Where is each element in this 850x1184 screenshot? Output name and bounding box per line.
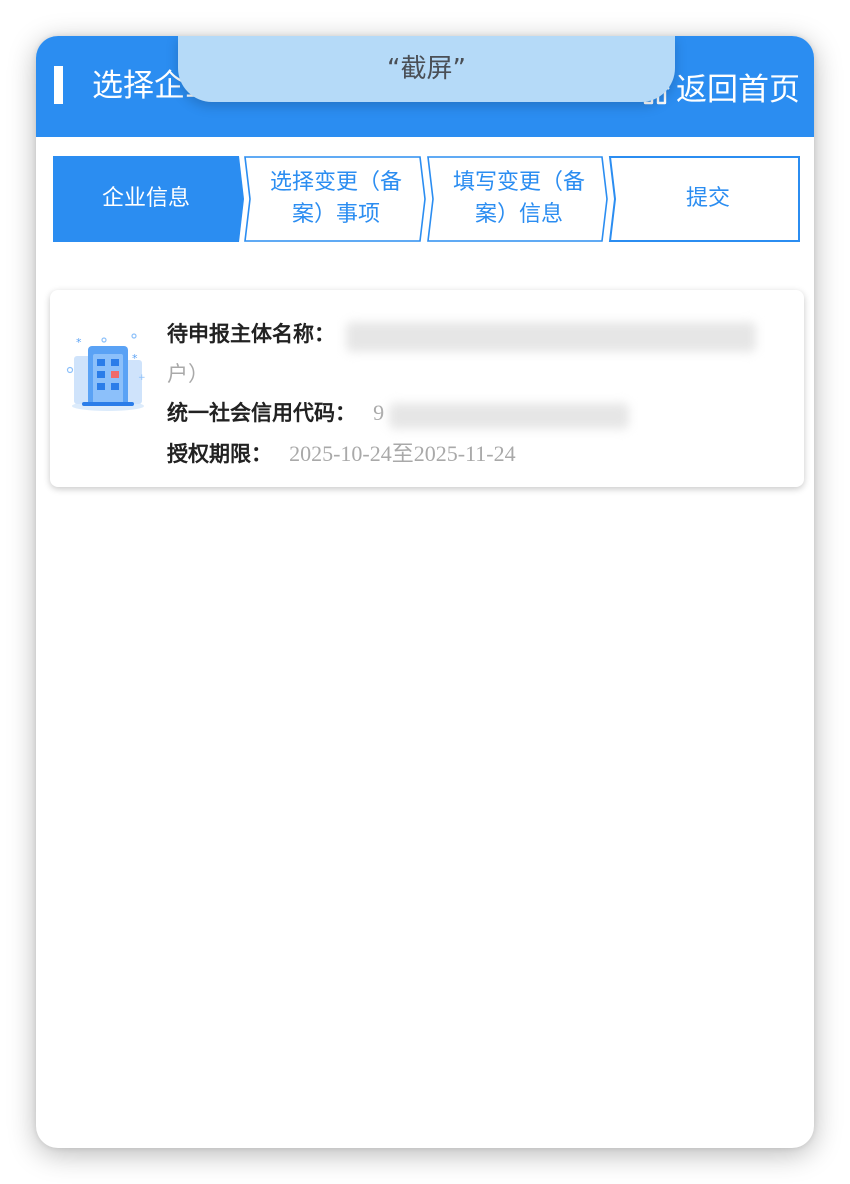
step-tab-fill-info[interactable]: 填写变更（备 案）信息 xyxy=(435,156,603,242)
title-accent-bar xyxy=(54,66,63,104)
step-3-label-line1: 填写变更（备 xyxy=(452,170,585,195)
entity-name-row-continued: 户） xyxy=(167,358,209,388)
entity-name-redacted xyxy=(346,321,757,352)
entity-name-row: 待申报主体名称： xyxy=(167,318,757,352)
step-2-label-line1: 选择变更（备 xyxy=(269,170,402,195)
auth-period-value: 2025-10-24至2025-11-24 xyxy=(289,441,516,466)
entity-name-tail: 户） xyxy=(167,362,209,386)
step-tab-company-info[interactable]: 企业信息 xyxy=(53,156,239,242)
step-3-label-line2: 案）信息 xyxy=(474,202,563,227)
svg-text:+: + xyxy=(138,373,146,383)
credit-code-redacted xyxy=(389,402,630,429)
credit-code-row: 统一社会信用代码： 9 xyxy=(167,397,630,429)
credit-code-visible: 9 xyxy=(373,400,385,425)
step-1-label: 企业信息 xyxy=(101,186,190,211)
step-tab-select-items[interactable]: 选择变更（备 案）事项 xyxy=(252,156,420,242)
company-card[interactable]: * * + 待申报主体名称： 户） 统一社会信用代码： 9 授权期限： 2025… xyxy=(50,290,804,487)
svg-text:*: * xyxy=(76,336,82,349)
step-tab-submit[interactable]: 提交 xyxy=(617,156,799,242)
credit-code-label: 统一社会信用代码： xyxy=(167,401,356,425)
step-progress: 企业信息 选择变更（备 案）事项 填写变更（备 案）信息 提交 xyxy=(53,156,801,242)
building-icon: * * + xyxy=(66,333,146,411)
entity-name-label: 待申报主体名称： xyxy=(167,322,335,346)
svg-text:*: * xyxy=(132,352,138,365)
step-2-label-line2: 案）事项 xyxy=(291,202,380,227)
phone-screen: 选择企业 返回首页 “截屏” 企业信息 选择变更（备 案）事项 填写变更（备 案… xyxy=(36,36,814,1148)
auth-period-row: 授权期限： 2025-10-24至2025-11-24 xyxy=(167,436,516,468)
screenshot-indicator[interactable]: “截屏” xyxy=(178,36,675,102)
step-4-label: 提交 xyxy=(685,186,730,211)
back-home-label: 返回首页 xyxy=(676,72,800,108)
auth-period-label: 授权期限： xyxy=(167,442,272,466)
